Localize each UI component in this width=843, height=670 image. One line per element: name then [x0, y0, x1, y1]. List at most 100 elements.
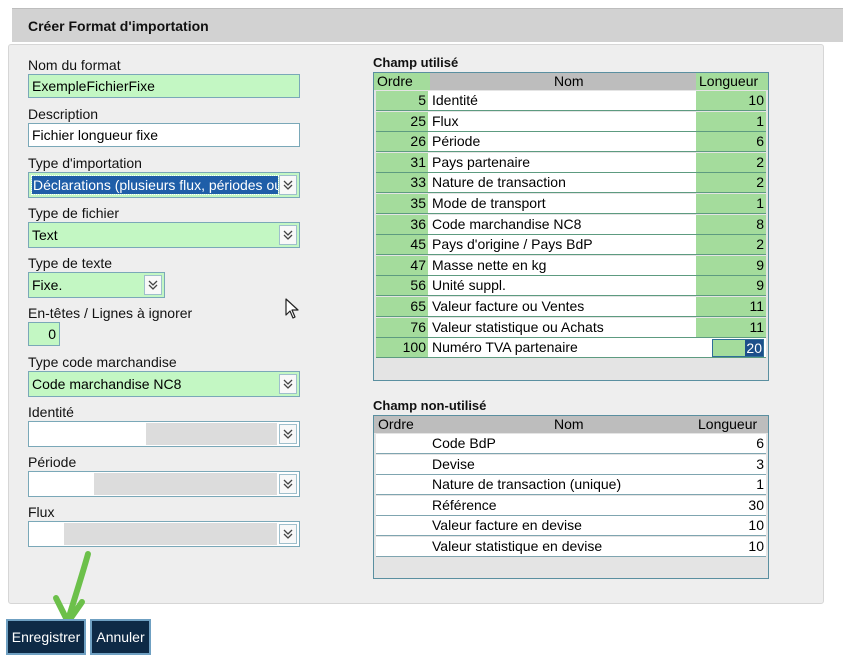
length-input-value: 20 — [745, 340, 763, 357]
file-type-value: Text — [32, 227, 58, 243]
cell-ordre: 65 — [376, 297, 428, 316]
format-name-label: Nom du format — [28, 57, 121, 73]
skip-lines-input[interactable]: 0 — [28, 322, 60, 346]
table-row[interactable]: Référence 30 — [376, 495, 766, 516]
cell-nom: Unité suppl. — [432, 277, 506, 294]
column-header-ordre[interactable]: Ordre — [374, 73, 430, 90]
cell-nom: Valeur facture ou Ventes — [432, 298, 585, 314]
cell-ordre — [376, 496, 428, 515]
import-type-select[interactable]: Déclarations (plusieurs flux, périodes o… — [28, 172, 300, 198]
cell-nom: Pays d'origine / Pays BdP — [432, 236, 593, 253]
period-label: Période — [28, 454, 77, 470]
table-row[interactable]: 5 Identité 10 — [376, 91, 766, 111]
save-button[interactable]: Enregistrer — [6, 619, 86, 655]
cancel-button[interactable]: Annuler — [90, 619, 151, 655]
cell-nom: Mode de transport — [432, 195, 546, 211]
column-header-longueur[interactable]: Longueur — [698, 416, 757, 433]
table-row[interactable]: Nature de transaction (unique) 1 — [376, 475, 766, 496]
table-row[interactable]: 47 Masse nette en kg 9 — [376, 255, 766, 276]
column-header-nom[interactable]: Nom — [554, 416, 584, 433]
import-type-value: Déclarations (plusieurs flux, périodes o… — [31, 175, 279, 195]
cell-nom: Pays partenaire — [432, 153, 531, 170]
format-name-input[interactable]: ExempleFichierFixe — [28, 74, 300, 98]
cell-ordre: 36 — [376, 214, 428, 234]
cell-nom: Valeur facture en devise — [432, 517, 582, 534]
description-input[interactable]: Fichier longueur fixe — [28, 123, 300, 147]
cell-longueur: 30 — [748, 496, 764, 513]
select-placeholder-fill — [146, 423, 277, 445]
table-row[interactable]: Valeur statistique en devise 10 — [376, 537, 766, 557]
cell-ordre — [376, 537, 428, 556]
column-header-longueur[interactable]: Longueur — [696, 73, 768, 90]
cell-longueur: 2 — [696, 235, 766, 255]
cell-longueur: 11 — [696, 297, 766, 316]
table-row[interactable]: 65 Valeur facture ou Ventes 11 — [376, 297, 766, 317]
table-row[interactable]: 76 Valeur statistique ou Achats 11 — [376, 317, 766, 338]
file-type-select[interactable]: Text — [28, 222, 300, 248]
cell-longueur: 10 — [748, 538, 764, 554]
table-row[interactable]: 100 Numéro TVA partenaire 20 — [376, 338, 766, 359]
code-type-select[interactable]: Code marchandise NC8 — [28, 371, 300, 397]
cell-longueur: 6 — [756, 435, 764, 451]
cell-nom: Code BdP — [432, 435, 496, 451]
cell-nom: Période — [432, 133, 481, 150]
text-type-value: Fixe. — [32, 277, 63, 293]
flux-select[interactable] — [28, 521, 300, 547]
table-row[interactable]: 56 Unité suppl. 9 — [376, 276, 766, 297]
period-select[interactable] — [28, 471, 300, 497]
cell-ordre: 45 — [376, 235, 428, 255]
cell-nom: Valeur statistique en devise — [432, 538, 603, 554]
length-input[interactable]: 20 — [712, 339, 764, 358]
chevron-down-icon[interactable] — [144, 275, 162, 295]
identity-select[interactable] — [28, 421, 300, 447]
table-row[interactable]: Devise 3 — [376, 454, 766, 475]
unused-fields-table: Ordre Nom Longueur Code BdP 6 Devise 3 Natur… — [373, 415, 769, 579]
cell-ordre — [376, 455, 428, 474]
cell-longueur: 10 — [748, 517, 764, 534]
table-row[interactable]: Code BdP 6 — [376, 434, 766, 454]
cell-ordre: 56 — [376, 276, 428, 296]
cell-longueur: 11 — [696, 317, 766, 337]
cell-ordre — [376, 475, 428, 494]
used-table-header: Ordre Nom Longueur — [374, 73, 768, 90]
table-row[interactable]: 35 Mode de transport 1 — [376, 194, 766, 214]
chevron-down-icon[interactable] — [279, 175, 297, 195]
table-row[interactable]: Valeur facture en devise 10 — [376, 516, 766, 537]
cell-longueur: 3 — [756, 455, 764, 472]
cell-nom: Référence — [432, 496, 497, 513]
annotation-arrow-icon — [53, 551, 91, 625]
column-header-nom[interactable]: Nom — [554, 73, 584, 90]
skip-lines-label: En-têtes / Lignes à ignorer — [28, 305, 193, 321]
code-type-label: Type code marchandise — [28, 354, 177, 370]
select-placeholder-fill — [94, 473, 277, 495]
table-row[interactable]: 25 Flux 1 — [376, 111, 766, 132]
cell-nom: Nature de transaction — [432, 174, 566, 191]
cell-nom: Nature de transaction (unique) — [432, 476, 622, 493]
unused-table-header: Ordre Nom Longueur — [374, 416, 768, 433]
text-type-select[interactable]: Fixe. — [28, 272, 165, 298]
chevron-down-icon[interactable] — [279, 524, 297, 544]
table-row[interactable]: 31 Pays partenaire 2 — [376, 152, 766, 173]
page-title: Créer Format d'importation — [28, 18, 209, 34]
unused-fields-title: Champ non-utilisé — [373, 398, 487, 413]
cell-longueur: 10 — [696, 91, 766, 110]
chevron-down-icon[interactable] — [279, 424, 297, 444]
cell-ordre — [376, 434, 428, 453]
cell-nom: Masse nette en kg — [432, 256, 547, 273]
cell-ordre: 5 — [376, 91, 428, 110]
cell-nom: Devise — [432, 455, 475, 472]
chevron-down-icon[interactable] — [279, 374, 297, 394]
description-label: Description — [28, 106, 99, 122]
chevron-down-icon[interactable] — [279, 474, 297, 494]
cell-nom: Numéro TVA partenaire — [432, 339, 578, 356]
text-type-label: Type de texte — [28, 255, 113, 271]
column-header-ordre[interactable]: Ordre — [378, 416, 414, 433]
table-row[interactable]: 45 Pays d'origine / Pays BdP 2 — [376, 235, 766, 256]
chevron-down-icon[interactable] — [279, 225, 297, 245]
cell-longueur: 8 — [696, 214, 766, 234]
cell-nom: Code marchandise NC8 — [432, 215, 582, 232]
table-row[interactable]: 26 Période 6 — [376, 132, 766, 153]
table-row[interactable]: 36 Code marchandise NC8 8 — [376, 214, 766, 235]
cell-longueur: 9 — [696, 255, 766, 275]
table-row[interactable]: 33 Nature de transaction 2 — [376, 173, 766, 194]
